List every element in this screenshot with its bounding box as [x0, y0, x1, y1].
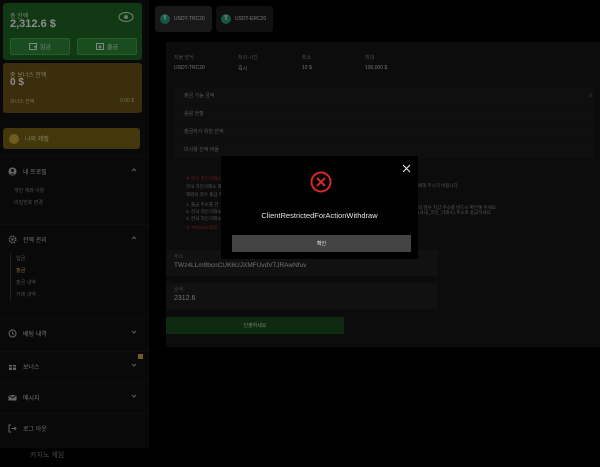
close-icon[interactable]: [402, 164, 411, 173]
error-modal: ClientRestrictedForActionWithdraw 확인: [221, 156, 418, 259]
error-icon: [310, 171, 332, 193]
confirm-button[interactable]: 확인: [232, 235, 411, 252]
error-message: ClientRestrictedForActionWithdraw: [261, 211, 378, 220]
